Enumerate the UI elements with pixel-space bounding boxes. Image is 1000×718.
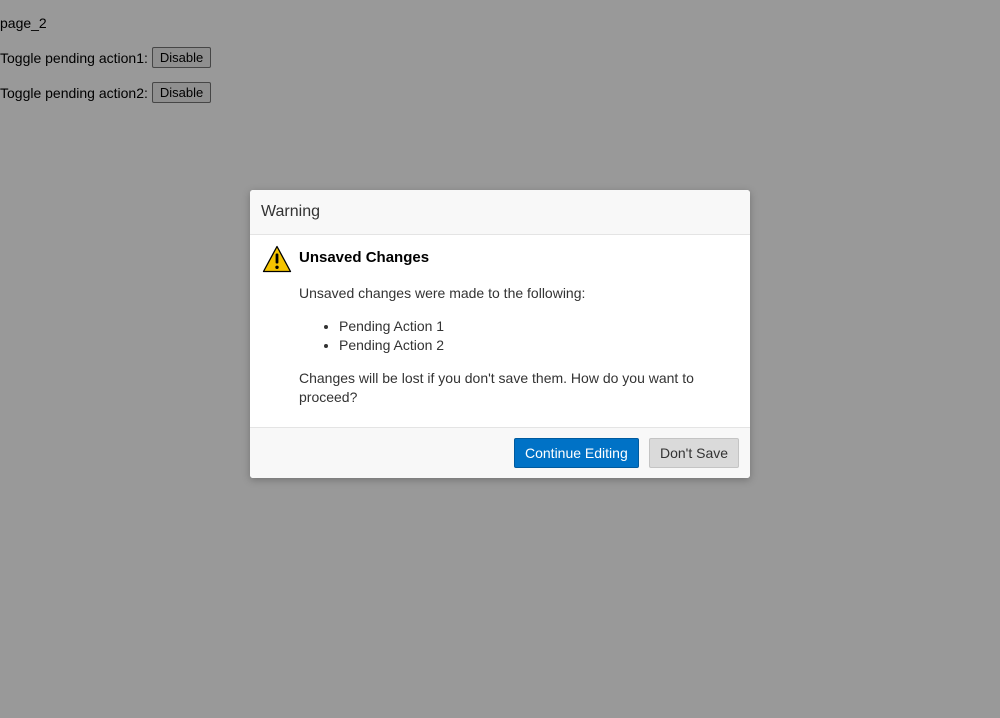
dialog-body: Unsaved Changes Unsaved changes were mad…: [250, 235, 750, 428]
dialog-outro-text: Changes will be lost if you don't save t…: [299, 370, 694, 405]
warning-dialog: Warning Unsaved Changes Unsaved changes …: [250, 190, 750, 478]
dont-save-button[interactable]: Don't Save: [649, 438, 740, 468]
pending-actions-list: Pending Action 1 Pending Action 2: [299, 317, 444, 355]
continue-editing-button[interactable]: Continue Editing: [514, 438, 639, 468]
dialog-title: Warning: [261, 203, 320, 220]
dialog-footer: Continue Editing Don't Save: [250, 428, 750, 478]
list-item: Pending Action 1: [339, 317, 444, 336]
dialog-intro-text: Unsaved changes were made to the followi…: [299, 285, 586, 301]
list-item: Pending Action 2: [339, 336, 444, 355]
dialog-header: Warning: [250, 190, 750, 235]
warning-icon: [262, 245, 292, 273]
dialog-body-title: Unsaved Changes: [299, 249, 430, 266]
